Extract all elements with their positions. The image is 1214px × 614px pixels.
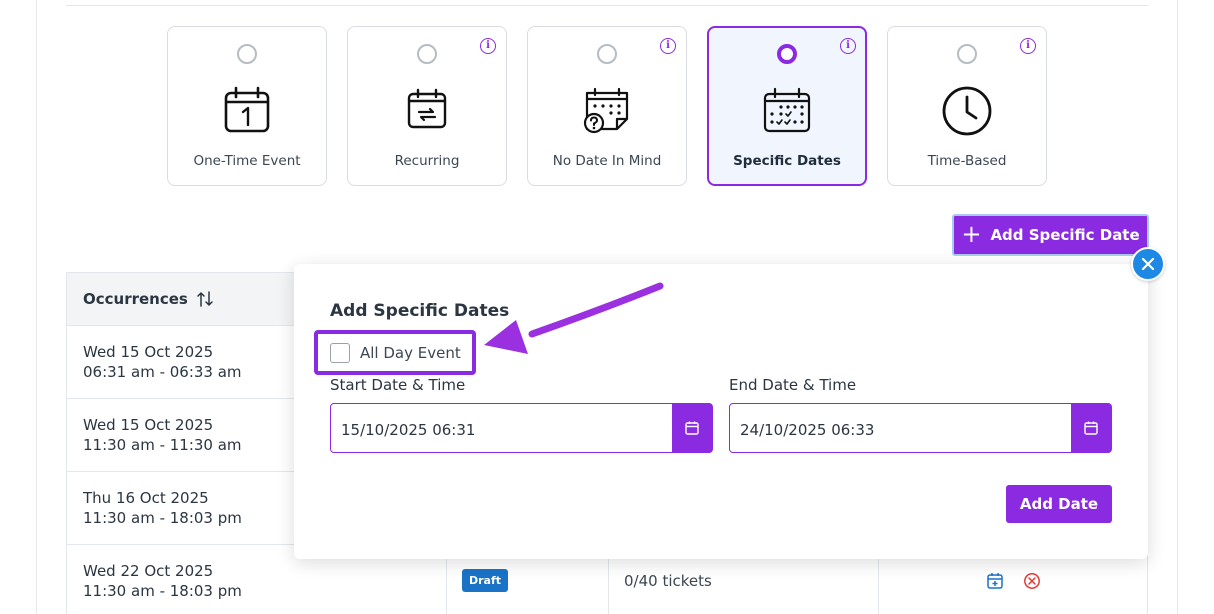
calendar-add-icon[interactable] <box>986 572 1004 590</box>
plus-icon: + <box>961 219 982 248</box>
radio-button[interactable] <box>417 44 437 64</box>
start-date-value: 15/10/2025 06:31 <box>341 421 476 439</box>
event-type-time-based[interactable]: i Time-Based <box>887 26 1047 186</box>
event-type-specific-dates[interactable]: i Specific Dates <box>707 26 867 186</box>
radio-button-selected[interactable] <box>777 44 797 64</box>
info-icon[interactable]: i <box>660 38 676 54</box>
radio-button[interactable] <box>237 44 257 64</box>
event-type-recurring[interactable]: i Recurring <box>347 26 507 186</box>
all-day-label: All Day Event <box>360 343 461 362</box>
clock-icon <box>942 86 992 136</box>
occurrence-date: Thu 16 Oct 2025 11:30 am - 18:03 pm <box>83 488 242 528</box>
calendar-grid-icon <box>763 87 811 133</box>
page: One-Time Event i Recurring i No Date In … <box>0 0 1214 614</box>
start-date-input[interactable]: 15/10/2025 06:31 <box>330 403 713 453</box>
all-day-checkbox[interactable] <box>330 342 350 363</box>
event-type-no-date[interactable]: i No Date In Mind <box>527 26 687 186</box>
end-date-value: 24/10/2025 06:33 <box>740 421 875 439</box>
sort-icon[interactable] <box>196 290 214 308</box>
time-text: 11:30 am - 18:03 pm <box>83 509 242 527</box>
calendar-icon <box>685 421 699 435</box>
radio-button[interactable] <box>597 44 617 64</box>
all-day-event-toggle[interactable]: All Day Event <box>314 330 476 375</box>
event-type-label: Time-Based <box>927 153 1007 169</box>
event-type-one-time[interactable]: One-Time Event <box>167 26 327 186</box>
info-icon[interactable]: i <box>480 38 496 54</box>
end-date-label: End Date & Time <box>729 376 857 394</box>
date-text: Wed 22 Oct 2025 <box>83 562 214 580</box>
close-popover-button[interactable] <box>1131 247 1165 281</box>
end-date-input[interactable]: 24/10/2025 06:33 <box>729 403 1112 453</box>
event-type-label: Recurring <box>394 153 460 169</box>
start-date-label: Start Date & Time <box>330 376 466 394</box>
occurrences-column-header[interactable]: Occurrences <box>83 290 214 308</box>
calendar-question-icon <box>583 87 629 134</box>
add-specific-dates-popover: Add Specific Dates All Day Event Start D… <box>294 264 1148 559</box>
info-icon[interactable]: i <box>1020 38 1036 54</box>
status-badge: Draft <box>462 569 509 592</box>
add-date-button[interactable]: Add Date <box>1006 485 1112 523</box>
radio-button[interactable] <box>957 44 977 64</box>
occurrence-date: Wed 22 Oct 2025 11:30 am - 18:03 pm <box>83 561 242 601</box>
date-text: Wed 15 Oct 2025 <box>83 343 214 361</box>
date-text: Thu 16 Oct 2025 <box>83 489 209 507</box>
add-specific-date-button[interactable]: + Add Specific Date <box>952 214 1149 256</box>
button-label: Add Specific Date <box>990 226 1140 244</box>
date-text: Wed 15 Oct 2025 <box>83 416 214 434</box>
event-type-label: No Date In Mind <box>552 153 662 169</box>
close-icon <box>1141 257 1155 271</box>
event-type-label: One-Time Event <box>193 153 301 169</box>
info-icon[interactable]: i <box>840 38 856 54</box>
occurrence-date: Wed 15 Oct 2025 11:30 am - 11:30 am <box>83 415 242 455</box>
calendar-one-icon <box>224 86 270 133</box>
start-calendar-button[interactable] <box>672 404 712 452</box>
time-text: 11:30 am - 18:03 pm <box>83 582 242 600</box>
occurrence-date: Wed 15 Oct 2025 06:31 am - 06:33 am <box>83 342 242 382</box>
time-text: 06:31 am - 06:33 am <box>83 363 242 381</box>
delete-icon[interactable] <box>1023 572 1041 590</box>
end-calendar-button[interactable] <box>1071 404 1111 452</box>
recurring-calendar-icon <box>407 88 447 129</box>
column-header-label: Occurrences <box>83 290 188 308</box>
popover-title: Add Specific Dates <box>330 301 510 321</box>
calendar-icon <box>1084 421 1098 435</box>
time-text: 11:30 am - 11:30 am <box>83 436 242 454</box>
divider <box>66 5 1148 6</box>
ticket-count: 0/40 tickets <box>624 572 712 590</box>
event-type-label: Specific Dates <box>733 153 841 169</box>
